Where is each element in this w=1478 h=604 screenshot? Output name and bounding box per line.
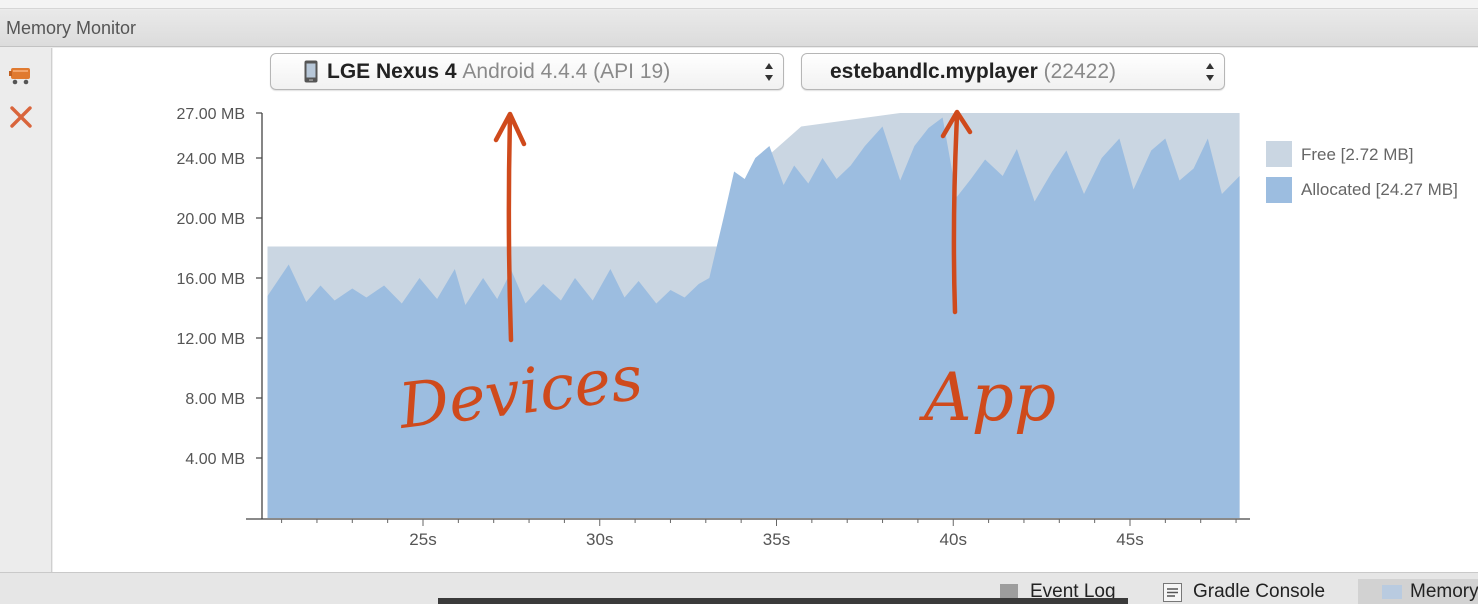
y-tick-label: 12.00 MB xyxy=(177,331,245,348)
annotation-arrow-devices xyxy=(506,115,514,343)
y-tick-label: 16.00 MB xyxy=(177,271,245,288)
memory-tab[interactable]: Memory xyxy=(1358,579,1478,604)
series-area-allocated xyxy=(267,117,1240,518)
gradle-console-label: Gradle Console xyxy=(1193,581,1326,602)
updown-arrows-icon xyxy=(765,63,773,81)
device-os: Android 4.4.4 (API 19) xyxy=(462,59,671,83)
legend-swatch-allocated xyxy=(1266,177,1292,203)
legend-label-allocated: Allocated [24.27 MB] xyxy=(1301,180,1458,199)
video-overlay-bar xyxy=(438,598,1128,604)
x-tick-label: 45s xyxy=(1116,530,1143,549)
memory-tab-label: Memory xyxy=(1410,581,1478,602)
device-selector[interactable]: LGE Nexus 4 Android 4.4.4 (API 19) xyxy=(270,53,784,90)
annotation-text-app: App xyxy=(918,359,1056,436)
app-pid: (22422) xyxy=(1043,59,1116,83)
y-tick-label: 4.00 MB xyxy=(185,451,245,468)
legend-label-free: Free [2.72 MB] xyxy=(1301,145,1414,164)
device-name: LGE Nexus 4 xyxy=(327,59,457,83)
memory-tab-icon xyxy=(1382,585,1402,599)
updown-arrows-icon xyxy=(1206,63,1214,81)
y-tick-label: 20.00 MB xyxy=(177,211,245,228)
phone-icon xyxy=(304,60,318,83)
gradle-console-tab[interactable]: Gradle Console xyxy=(1163,579,1325,604)
x-tick-label: 35s xyxy=(763,530,790,549)
app-package: estebandlc.myplayer xyxy=(830,59,1038,83)
gradle-console-icon xyxy=(1163,582,1182,602)
legend-swatch-free xyxy=(1266,141,1292,167)
x-tick-label: 40s xyxy=(940,530,967,549)
x-tick-label: 25s xyxy=(409,530,436,549)
y-tick-label: 27.00 MB xyxy=(177,106,245,123)
app-selector[interactable]: estebandlc.myplayer (22422) xyxy=(801,53,1225,90)
x-tick-label: 30s xyxy=(586,530,613,549)
y-tick-label: 24.00 MB xyxy=(177,151,245,168)
y-tick-label: 8.00 MB xyxy=(185,391,245,408)
android-studio-memory-monitor: Memory Monitor 27.00 MB 24.00 MB 20.00 MB 1… xyxy=(0,0,1478,604)
